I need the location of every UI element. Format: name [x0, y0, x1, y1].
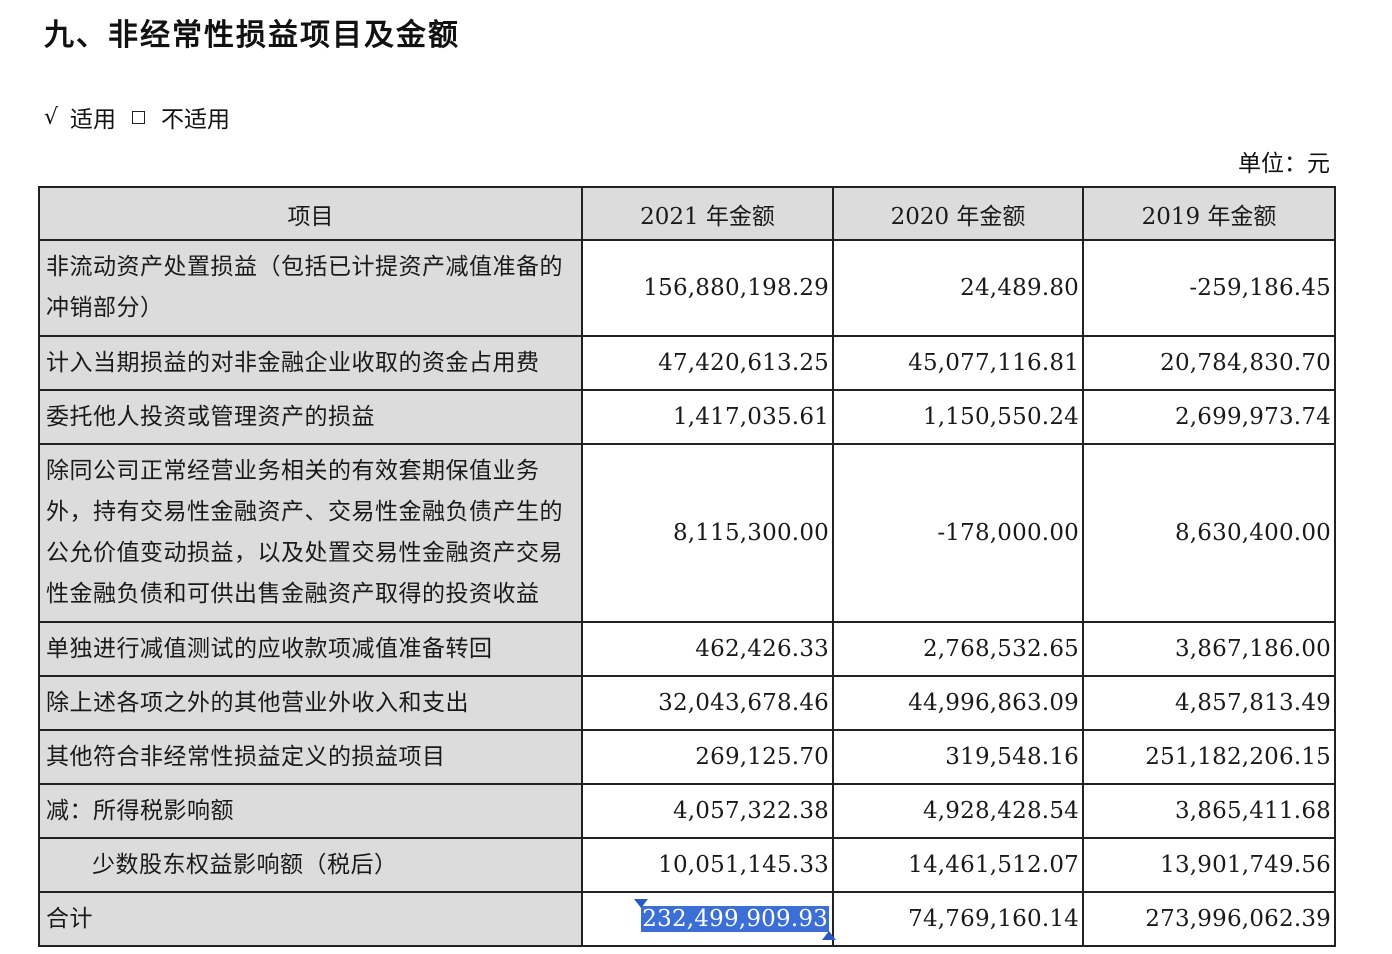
- row-label: 其他符合非经常性损益定义的损益项目: [38, 729, 583, 785]
- cell-2021: 462,426.33: [581, 621, 834, 677]
- cell-2021: 4,057,322.38: [581, 783, 834, 839]
- cell-2021-total[interactable]: 232,499,909.93: [581, 891, 836, 947]
- table-row-total: 合计 232,499,909.93 74,769,160.14 273,996,…: [38, 891, 1336, 947]
- row-label: 非流动资产处置损益（包括已计提资产减值准备的冲销部分）: [38, 239, 583, 337]
- table-row: 其他符合非经常性损益定义的损益项目 269,125.70 319,548.16 …: [38, 729, 1336, 785]
- cell-2019: 251,182,206.15: [1082, 729, 1336, 785]
- cell-2021: 269,125.70: [581, 729, 834, 785]
- table-header-row: 项目 2021 年金额 2020 年金额 2019 年金额: [38, 186, 1336, 241]
- cell-2020: -178,000.00: [832, 443, 1084, 623]
- selection-start-handle-icon[interactable]: [634, 899, 649, 908]
- row-label: 计入当期损益的对非金融企业收取的资金占用费: [38, 335, 583, 391]
- cell-2020: 45,077,116.81: [832, 335, 1084, 391]
- selection-end-handle-icon[interactable]: [822, 931, 836, 940]
- cell-2019: -259,186.45: [1082, 239, 1336, 337]
- cell-2019: 8,630,400.00: [1082, 443, 1336, 623]
- selected-value[interactable]: 232,499,909.93: [642, 906, 828, 932]
- cell-2020: 1,150,550.24: [832, 389, 1084, 445]
- applicable-label: 适用: [70, 107, 117, 133]
- cell-2020-total: 74,769,160.14: [832, 891, 1084, 947]
- column-header-item: 项目: [38, 186, 583, 241]
- cell-2019: 20,784,830.70: [1082, 335, 1336, 391]
- table-row: 单独进行减值测试的应收款项减值准备转回 462,426.33 2,768,532…: [38, 621, 1336, 677]
- row-label: 单独进行减值测试的应收款项减值准备转回: [38, 621, 583, 677]
- column-header-2020: 2020 年金额: [832, 186, 1084, 241]
- table-row: 少数股东权益影响额（税后） 10,051,145.33 14,461,512.0…: [38, 837, 1336, 893]
- applicability-row: √ 适用 不适用: [44, 100, 230, 134]
- row-label: 除同公司正常经营业务相关的有效套期保值业务外，持有交易性金融资产、交易性金融负债…: [38, 443, 583, 623]
- cell-2020: 2,768,532.65: [832, 621, 1084, 677]
- unit-label: 单位：元: [1238, 151, 1330, 177]
- row-label: 委托他人投资或管理资产的损益: [38, 389, 583, 445]
- cell-2020: 24,489.80: [832, 239, 1084, 337]
- table-row: 计入当期损益的对非金融企业收取的资金占用费 47,420,613.25 45,0…: [38, 335, 1336, 391]
- cell-2020: 4,928,428.54: [832, 783, 1084, 839]
- check-mark-icon: √: [44, 104, 59, 130]
- column-header-2021: 2021 年金额: [581, 186, 834, 241]
- cell-2019-total: 273,996,062.39: [1082, 891, 1336, 947]
- cell-2019: 13,901,749.56: [1082, 837, 1336, 893]
- cell-2021: 1,417,035.61: [581, 389, 834, 445]
- table-row: 非流动资产处置损益（包括已计提资产减值准备的冲销部分） 156,880,198.…: [38, 239, 1336, 337]
- cell-2021: 8,115,300.00: [581, 443, 834, 623]
- cell-2020: 44,996,863.09: [832, 675, 1084, 731]
- row-label: 少数股东权益影响额（税后）: [38, 837, 583, 893]
- cell-2021: 47,420,613.25: [581, 335, 834, 391]
- not-applicable-label: 不适用: [161, 107, 231, 133]
- non-recurring-gains-losses-table: 项目 2021 年金额 2020 年金额 2019 年金额 非流动资产处置损益（…: [38, 186, 1336, 947]
- table-row: 减：所得税影响额 4,057,322.38 4,928,428.54 3,865…: [38, 783, 1336, 839]
- section-heading: 九、非经常性损益项目及金额: [44, 18, 460, 53]
- cell-2021: 10,051,145.33: [581, 837, 834, 893]
- table-row: 委托他人投资或管理资产的损益 1,417,035.61 1,150,550.24…: [38, 389, 1336, 445]
- row-label: 除上述各项之外的其他营业外收入和支出: [38, 675, 583, 731]
- cell-2019: 3,867,186.00: [1082, 621, 1336, 677]
- table-row: 除同公司正常经营业务相关的有效套期保值业务外，持有交易性金融资产、交易性金融负债…: [38, 443, 1336, 623]
- table-row: 除上述各项之外的其他营业外收入和支出 32,043,678.46 44,996,…: [38, 675, 1336, 731]
- cell-2020: 319,548.16: [832, 729, 1084, 785]
- selected-text[interactable]: 232,499,909.93: [634, 899, 836, 940]
- cell-2019: 2,699,973.74: [1082, 389, 1336, 445]
- cell-2021: 156,880,198.29: [581, 239, 834, 337]
- cell-2021: 32,043,678.46: [581, 675, 834, 731]
- cell-2020: 14,461,512.07: [832, 837, 1084, 893]
- row-label-total: 合计: [38, 891, 583, 947]
- empty-checkbox-icon: [132, 110, 146, 124]
- cell-2019: 3,865,411.68: [1082, 783, 1336, 839]
- cell-2019: 4,857,813.49: [1082, 675, 1336, 731]
- row-label: 减：所得税影响额: [38, 783, 583, 839]
- column-header-2019: 2019 年金额: [1082, 186, 1336, 241]
